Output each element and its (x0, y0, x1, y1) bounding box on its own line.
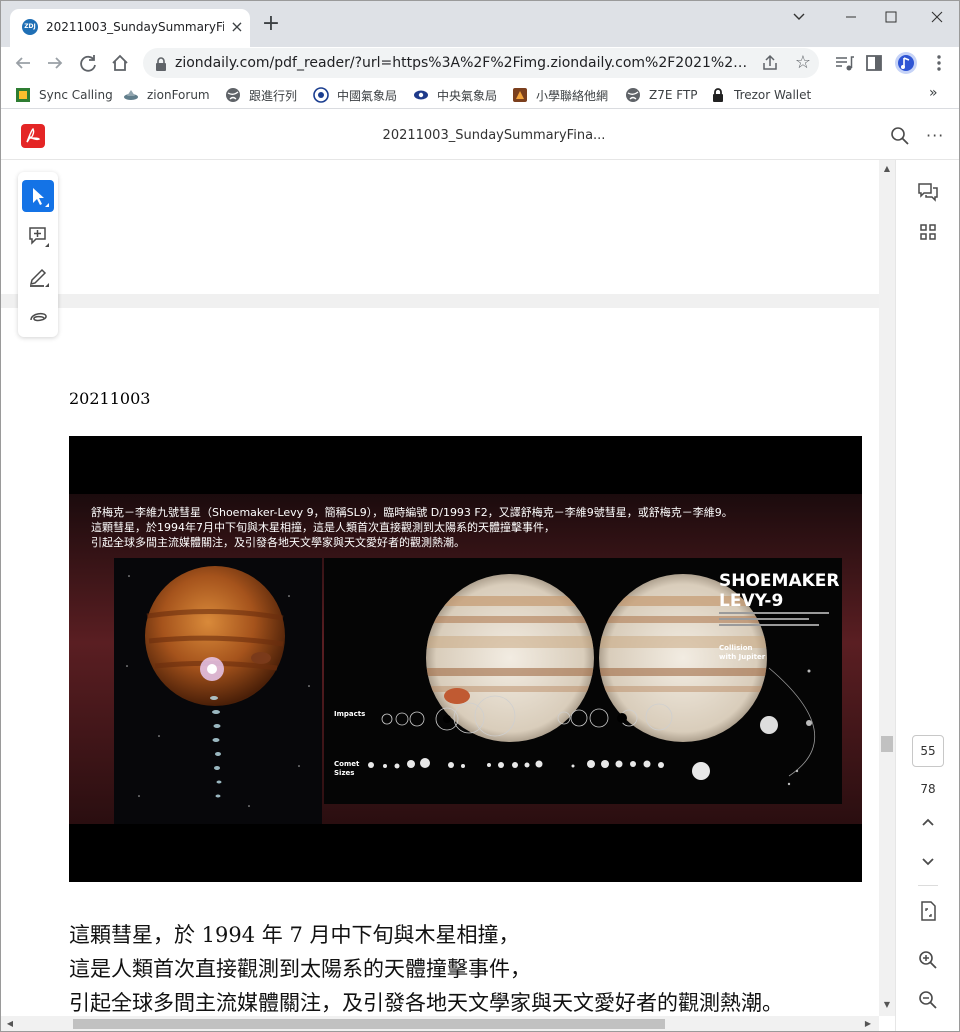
bookmarks-overflow-icon[interactable]: » (929, 85, 938, 101)
scroll-up-arrow-icon[interactable]: ▲ (882, 164, 892, 173)
bookmark-label: Trezor Wallet (734, 88, 812, 102)
thumbnails-grid-icon[interactable] (916, 220, 940, 244)
tab-search-chevron-icon[interactable] (779, 5, 819, 29)
profile-icon[interactable] (894, 51, 918, 75)
maximize-icon[interactable] (871, 5, 911, 29)
right-side-panel: 55 78 (895, 160, 959, 1031)
current-page-input[interactable]: 55 (912, 735, 944, 767)
annotation-toolbar (18, 172, 58, 337)
omnibox[interactable]: ziondaily.com/pdf_reader/?url=https%3A%2… (143, 48, 819, 78)
poster-caption-line2: 這顆彗星，於1994年7月中下旬與木星相撞，這是人類首次直接觀測到太陽系的天體撞… (91, 520, 555, 534)
media-icon[interactable] (832, 51, 856, 75)
poster-caption-line3: 引起全球多間主流媒體關注，及引發各地天文學家與天文愛好者的觀測熱潮。 (91, 535, 465, 549)
comments-icon[interactable] (916, 180, 940, 204)
bookmark-label: zionForum (147, 88, 210, 102)
comet-sizes-label-line2: Sizes (334, 769, 354, 777)
new-tab-icon[interactable]: + (259, 13, 283, 37)
search-icon[interactable] (889, 125, 911, 147)
horizontal-scroll-thumb[interactable] (73, 1019, 665, 1029)
bookmark-label: Sync Calling (39, 88, 113, 102)
collision-label-line1: Collision (719, 644, 753, 652)
more-options-icon[interactable]: ··· (926, 128, 944, 144)
ziondaily-favicon-icon: ZDJ (22, 19, 38, 35)
paragraph-line: 這是人類首次直接觀測到太陽系的天體撞擊事件， (69, 957, 531, 981)
poster-title-line2: LEVY-9 (719, 591, 783, 611)
menu-icon[interactable] (927, 51, 951, 75)
cma-icon (313, 87, 329, 103)
document-date: 20211003 (69, 389, 151, 408)
document-content[interactable]: 20211003 SHOEMAKER LEVY-9 Collision with… (1, 160, 879, 1016)
share-icon[interactable] (761, 54, 779, 72)
panel-divider (918, 885, 938, 886)
poster-title-line1: SHOEMAKER (719, 571, 840, 591)
globe-icon (226, 88, 240, 102)
bookmark-trezor-wallet[interactable]: Trezor Wallet (710, 85, 811, 105)
draw-tool-button[interactable] (22, 300, 54, 332)
address-bar-row: ziondaily.com/pdf_reader/?url=https%3A%2… (1, 47, 959, 79)
lock-icon (713, 88, 723, 102)
select-tool-button[interactable] (22, 180, 54, 212)
bookmark-label: 跟進行列 (249, 88, 298, 103)
bookmark-sync-calling[interactable]: Sync Calling (15, 85, 113, 105)
tab-title: 20211003_SundaySummaryFin (46, 20, 224, 34)
bookmark-follow-queue[interactable]: 跟進行列 (225, 85, 297, 105)
acrobat-logo-icon (21, 124, 45, 148)
cwb-icon (414, 90, 428, 100)
bookmark-zionforum[interactable]: zionForum (123, 85, 210, 105)
pdf-viewer-header: 20211003_SundaySummaryFina... ··· (1, 112, 959, 160)
vertical-scrollbar[interactable]: ▲ ▼ (879, 160, 895, 1016)
scroll-left-arrow-icon[interactable]: ◀ (5, 1019, 15, 1028)
url-text[interactable]: ziondaily.com/pdf_reader/?url=https%3A%2… (175, 55, 755, 71)
bookmark-cwb[interactable]: 中央氣象局 (413, 85, 497, 105)
school-icon (513, 88, 527, 102)
document-title: 20211003_SundaySummaryFina... (382, 128, 606, 143)
scroll-down-arrow-icon[interactable]: ▼ (882, 1000, 892, 1009)
bookmarks-bar: Sync Calling zionForum 跟進行列 中國氣象局 中央氣象局 … (1, 81, 959, 109)
comet-sizes-label-line1: Comet (334, 760, 360, 768)
impacts-label: Impacts (334, 710, 365, 718)
page-separator (1, 294, 879, 308)
bookmark-label: Z7E FTP (649, 88, 698, 102)
scroll-right-arrow-icon[interactable]: ▶ (863, 1019, 873, 1028)
forward-icon[interactable] (41, 49, 69, 77)
forum-icon (124, 90, 138, 100)
total-pages: 78 (920, 782, 936, 796)
home-icon[interactable] (106, 49, 134, 77)
next-page-chevron-down-icon[interactable] (916, 849, 940, 873)
previous-page-chevron-up-icon[interactable] (916, 810, 940, 834)
bookmark-label: 小學聯絡他網 (536, 88, 609, 103)
star-icon[interactable]: ☆ (793, 53, 813, 73)
lock-icon[interactable] (154, 56, 168, 71)
paragraph-line: 這顆彗星，於 1994 年 7 月中下旬與木星相撞， (69, 923, 520, 947)
zoom-out-icon[interactable] (916, 988, 940, 1012)
bookmark-label: 中國氣象局 (337, 88, 398, 103)
close-window-icon[interactable] (917, 5, 957, 29)
highlight-tool-button[interactable] (22, 260, 54, 292)
page-fit-icon[interactable] (916, 899, 940, 923)
zoom-in-icon[interactable] (916, 948, 940, 972)
sl9-poster-image: SHOEMAKER LEVY-9 Collision with Jupiter … (69, 436, 862, 882)
globe-icon (626, 88, 640, 102)
sync-calling-icon (16, 88, 30, 102)
title-bar: ZDJ 20211003_SundaySummaryFin × + (1, 1, 959, 47)
tab-close-icon[interactable]: × (228, 18, 246, 36)
paragraph-line: 引起全球多間主流媒體關注，及引發各地天文學家與天文愛好者的觀測熱潮。 (69, 991, 783, 1015)
poster-caption-line1: 舒梅克－李維九號彗星（Shoemaker-Levy 9，簡稱SL9），臨時編號 … (91, 505, 733, 519)
sidepanel-icon[interactable] (862, 51, 886, 75)
back-icon[interactable] (9, 49, 37, 77)
horizontal-scrollbar[interactable]: ◀ ▶ (1, 1016, 879, 1031)
browser-tab[interactable]: ZDJ 20211003_SundaySummaryFin × (10, 9, 250, 47)
add-comment-tool-button[interactable] (22, 220, 54, 252)
reload-icon[interactable] (74, 49, 102, 77)
collision-label-line2: with Jupiter (719, 653, 766, 661)
minimize-icon[interactable] (831, 5, 871, 29)
bookmark-label: 中央氣象局 (437, 88, 498, 103)
bookmark-z7e-ftp[interactable]: Z7E FTP (625, 85, 698, 105)
browser-window: ZDJ 20211003_SundaySummaryFin × + zionda… (0, 0, 960, 1032)
vertical-scroll-thumb[interactable] (881, 736, 893, 752)
bookmark-cma[interactable]: 中國氣象局 (313, 85, 397, 105)
bookmark-school[interactable]: 小學聯絡他網 (512, 85, 608, 105)
